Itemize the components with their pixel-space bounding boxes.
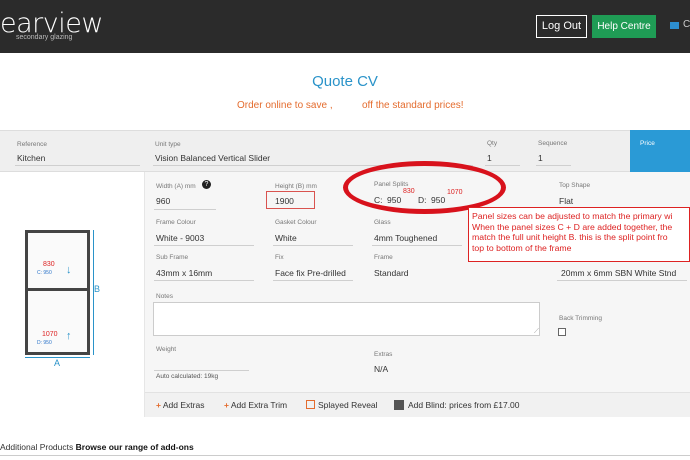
fix-select[interactable]: Face fix Pre-drilled [275, 268, 346, 278]
back-trimming-checkbox[interactable] [558, 328, 566, 336]
frame-colour-underline [154, 245, 254, 246]
annotation-callout: Panel sizes can be adjusted to match the… [468, 207, 690, 262]
weight-label: Weight [156, 346, 177, 353]
add-extra-trim-label: Add Extra Trim [230, 400, 288, 410]
plus-icon: + [156, 400, 161, 410]
dimension-b-label: B [94, 284, 101, 294]
blind-icon [394, 400, 404, 410]
sub-frame-select[interactable]: 43mm x 16mm [156, 268, 212, 278]
glass-select[interactable]: 4mm Toughened [374, 233, 437, 243]
resize-grip-icon[interactable]: ⟋ [534, 328, 539, 336]
sequence-underline [536, 165, 571, 166]
add-extras-button[interactable]: + Add Extras [156, 400, 204, 410]
page-title: Quote CV [312, 73, 378, 90]
extras-value: N/A [374, 364, 389, 374]
additional-products-label: Additional Products [0, 442, 74, 452]
trim-select[interactable]: 20mm x 6mm SBN White Stnd [561, 268, 676, 278]
unit-type-select[interactable]: Vision Balanced Vertical Slider [155, 153, 270, 163]
callout-line-1: Panel sizes can be adjusted to match the… [472, 211, 673, 221]
unit-type-label: Unit type [155, 141, 181, 148]
additional-products: Additional Products Browse our range of … [0, 442, 194, 452]
sequence-field[interactable]: 1 [538, 153, 543, 163]
sub-frame-label: Sub Frame [156, 254, 189, 261]
gasket-colour-underline [273, 245, 353, 246]
logout-button[interactable]: Log Out [536, 15, 587, 38]
top-shape-select[interactable]: Flat [559, 196, 573, 206]
height-label: Height (B) mm [275, 183, 317, 190]
reference-underline [15, 165, 140, 166]
mail-label[interactable]: C [683, 19, 690, 30]
add-extras-label: Add Extras [162, 400, 205, 410]
bottom-divider [0, 455, 690, 456]
gasket-colour-label: Gasket Colour [275, 219, 317, 226]
mail-icon[interactable] [670, 22, 679, 29]
frame-select[interactable]: Standard [374, 268, 409, 278]
fix-underline [273, 280, 353, 281]
callout-line-3: match the full unit height B. this is th… [472, 232, 668, 243]
help-icon[interactable]: ? [202, 180, 211, 189]
splayed-reveal-label: Splayed Reveal [318, 400, 378, 410]
width-field[interactable]: 960 [156, 196, 170, 206]
arrow-up-icon: ↑ [66, 330, 72, 342]
sequence-label: Sequence [538, 140, 568, 147]
dimension-a-label: A [54, 358, 61, 368]
arrow-down-icon: ↓ [66, 264, 72, 276]
add-extra-trim-button[interactable]: + Add Extra Trim [224, 400, 287, 410]
extras-label: Extras [374, 351, 393, 358]
callout-line-2: When the panel sizes C + D are added tog… [472, 221, 673, 232]
browse-addons-link[interactable]: Browse our range of add-ons [76, 442, 194, 452]
back-trimming-label: Back Trimming [559, 315, 602, 322]
fix-label: Fix [275, 254, 284, 261]
width-label: Width (A) mm [156, 183, 196, 190]
logo-tagline: secondary glazing [16, 34, 73, 41]
price-box: Price [630, 130, 690, 172]
width-underline [154, 209, 216, 210]
qty-label: Qty [487, 140, 498, 147]
top-shape-label: Top Shape [559, 182, 591, 189]
splay-icon [306, 400, 315, 409]
add-blind-label: Add Blind: prices from £17.00 [408, 400, 520, 410]
frame-label: Frame [374, 254, 393, 261]
frame-colour-select[interactable]: White - 9003 [156, 233, 204, 243]
height-field[interactable]: 1900 [275, 196, 294, 206]
splayed-reveal-button[interactable]: Splayed Reveal [306, 400, 378, 410]
plus-icon: + [224, 400, 229, 410]
frame-colour-label: Frame Colour [156, 219, 196, 226]
promo-text-start: Order online to save , [237, 100, 333, 111]
sub-frame-underline [154, 280, 254, 281]
weight-auto-text: Auto calculated: 19kg [156, 373, 219, 380]
weight-underline [154, 370, 249, 371]
add-blind-button[interactable]: Add Blind: prices from £17.00 [394, 400, 520, 410]
promo-text-end: off the standard prices! [362, 100, 464, 111]
gasket-colour-select[interactable]: White [275, 233, 297, 243]
help-centre-button[interactable]: Help Centre [592, 15, 656, 38]
bottom-panel-sub: D: 950 [37, 340, 52, 346]
callout-line-4: top to bottom of the frame [472, 243, 572, 254]
top-panel-value: 830 [43, 261, 55, 268]
qty-field[interactable]: 1 [487, 153, 492, 163]
notes-label: Notes [156, 293, 173, 300]
unit-meeting-rail [25, 288, 90, 291]
trim-underline [557, 280, 687, 281]
reference-field[interactable]: Kitchen [17, 153, 45, 163]
notes-textarea[interactable] [153, 302, 540, 336]
glass-underline [372, 245, 462, 246]
price-label: Price [640, 140, 655, 147]
top-panel-sub: C: 950 [37, 270, 52, 276]
glass-label: Glass [374, 219, 391, 226]
qty-underline [485, 165, 520, 166]
bottom-panel-value: 1070 [42, 331, 58, 338]
reference-label: Reference [17, 141, 47, 148]
